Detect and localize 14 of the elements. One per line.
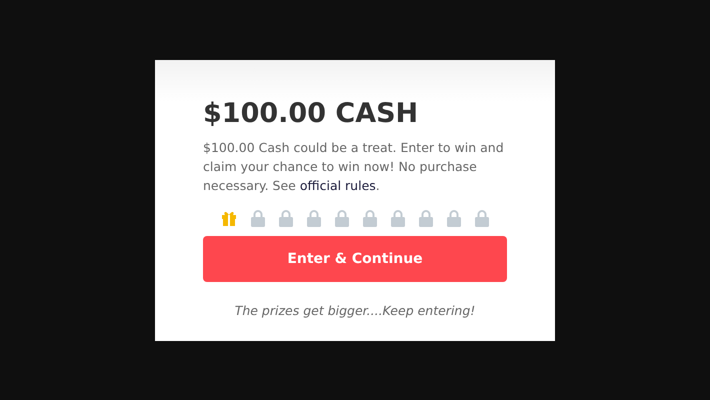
footer-note: The prizes get bigger....Keep entering! <box>234 302 476 320</box>
official-rules-link[interactable]: official rules <box>300 178 376 193</box>
lock-icon <box>418 209 434 227</box>
prize-description: $100.00 Cash could be a treat. Enter to win and claim your chance to win now! No purchase necessary. See official rules. <box>203 139 505 195</box>
lock-icon <box>306 209 322 227</box>
prize-title: $100.00 CASH <box>203 97 418 131</box>
gift-icon <box>220 209 238 227</box>
lock-icon <box>278 209 294 227</box>
lock-icon <box>362 209 378 227</box>
lock-icon <box>390 209 406 227</box>
lock-icon <box>446 209 462 227</box>
lock-icon <box>474 209 490 227</box>
lock-icon <box>334 209 350 227</box>
lock-icon <box>250 209 266 227</box>
